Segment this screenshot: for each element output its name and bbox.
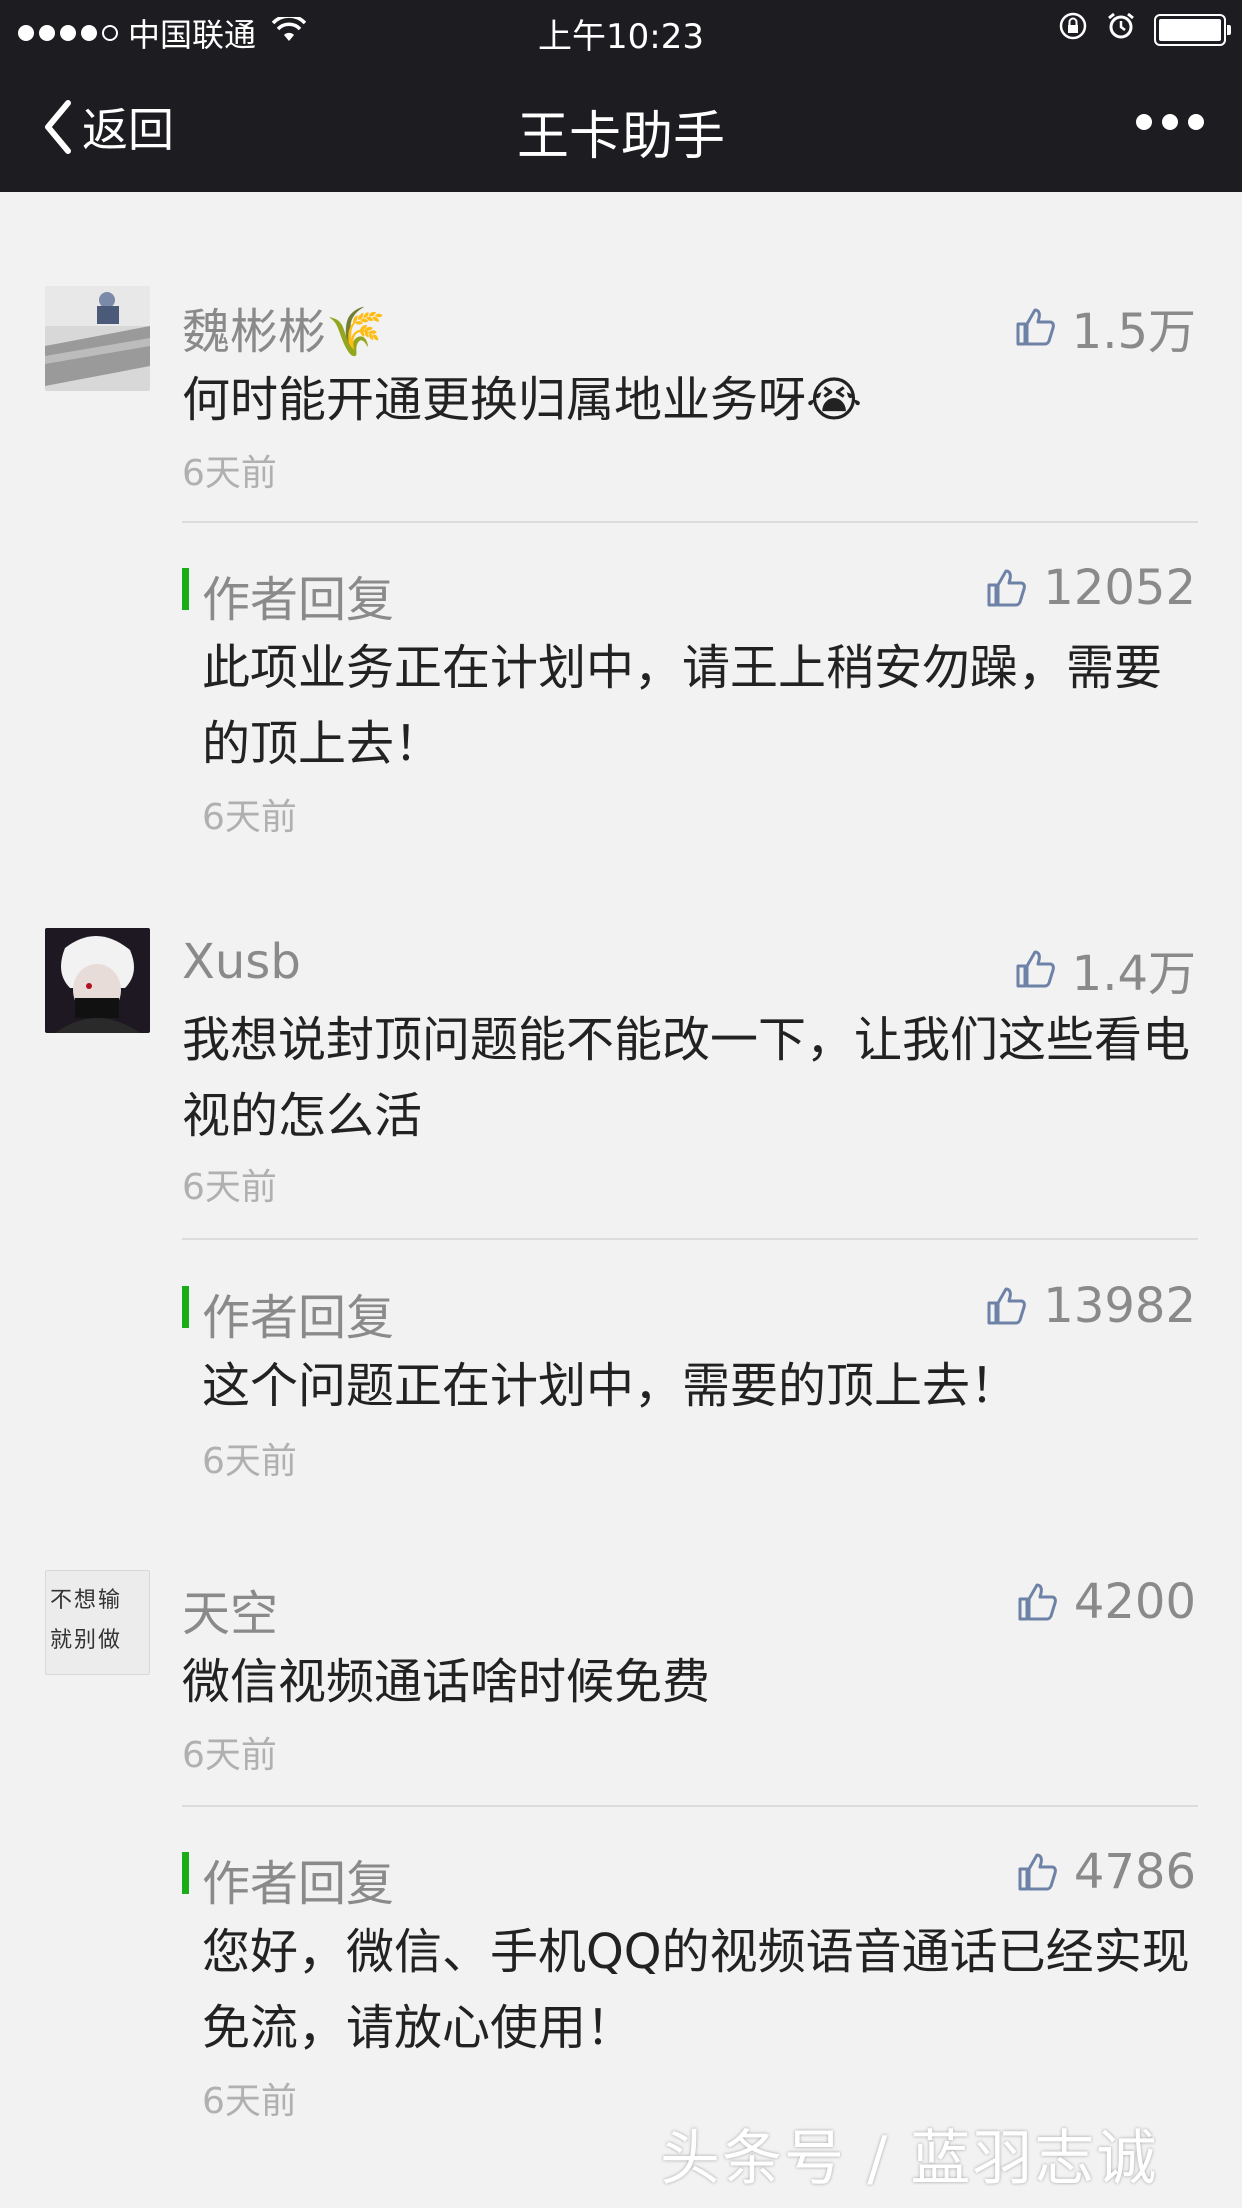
comment-text: 微信视频通话啥时候免费	[182, 1654, 711, 1710]
reply-text: 这个问题正在计划中，需要的顶上去！	[202, 1358, 1019, 1414]
like-button[interactable]: 1.5万	[1014, 292, 1196, 362]
status-right	[1058, 11, 1231, 49]
like-button[interactable]: 4200	[1016, 1574, 1196, 1630]
author-reply-label: 作者回复	[202, 1856, 395, 1912]
commenter-name: 魏彬彬🌾	[182, 304, 386, 360]
avatar[interactable]	[45, 928, 150, 1033]
comment-text: 何时能开通更换归属地业务呀😭	[182, 372, 863, 428]
like-count: 13982	[1043, 1278, 1196, 1334]
thumbs-up-icon	[1016, 950, 1055, 988]
avatar[interactable]: 不想输就别做	[45, 1570, 150, 1675]
commenter-name: 天空	[182, 1586, 279, 1642]
comment-time: 6天前	[182, 1167, 277, 1208]
thumbs-up-icon	[987, 1287, 1027, 1325]
thumbs-up-icon	[987, 569, 1027, 607]
reply-like-button[interactable]: 12052	[985, 560, 1196, 616]
author-reply-label: 作者回复	[202, 1290, 395, 1346]
page-title: 王卡助手	[516, 107, 725, 167]
reply-text: 您好，微信、手机QQ的视频语音通话已经实现免流，请放心使用！	[202, 1924, 1190, 2056]
like-button[interactable]: 1.4万	[1014, 934, 1196, 1004]
status-bar: 中国联通 上午10:23	[0, 0, 1242, 60]
comment-time: 6天前	[182, 453, 277, 494]
battery-icon	[1154, 14, 1231, 46]
thumbs-up-icon	[1018, 1583, 1057, 1621]
reply-like-button[interactable]: 13982	[985, 1278, 1196, 1334]
like-count: 12052	[1043, 560, 1196, 616]
reply-accent-bar	[182, 1852, 189, 1894]
reply-time: 6天前	[202, 797, 297, 838]
like-count: 4786	[1073, 1844, 1196, 1900]
like-count: 1.4万	[1071, 946, 1196, 1002]
comment-text: 我想说封顶问题能不能改一下，让我们这些看电视的怎么活	[182, 1012, 1191, 1144]
reply-accent-bar	[182, 568, 189, 610]
avatar-calligraphy: 不想输就别做	[50, 1588, 123, 1653]
divider	[182, 1238, 1198, 1240]
thumbs-up-icon	[1018, 1853, 1057, 1891]
more-options-icon[interactable]	[1136, 114, 1204, 130]
comment-time: 6天前	[182, 1735, 277, 1776]
reply-text: 此项业务正在计划中，请王上稍安勿躁，需要的顶上去！	[202, 640, 1163, 772]
commenter-name: Xusb	[182, 934, 301, 990]
navigation-bar: 返回 王卡助手	[0, 60, 1242, 192]
alarm-icon	[1106, 11, 1136, 49]
rotation-lock-icon	[1058, 11, 1088, 49]
avatar[interactable]	[45, 286, 150, 391]
thumbs-up-icon	[1016, 308, 1055, 346]
cut-off-content	[1020, 192, 1130, 202]
watermark: 头条号 / 蓝羽志诚	[660, 2124, 1159, 2194]
divider	[182, 1805, 1198, 1807]
author-reply-label: 作者回复	[202, 572, 395, 628]
like-count: 1.5万	[1071, 304, 1196, 360]
like-count: 4200	[1073, 1574, 1196, 1630]
reply-like-button[interactable]: 4786	[1016, 1844, 1196, 1900]
reply-time: 6天前	[202, 1441, 297, 1482]
divider	[182, 521, 1198, 523]
reply-time: 6天前	[202, 2081, 297, 2122]
status-time: 上午10:23	[538, 17, 704, 57]
reply-accent-bar	[182, 1286, 189, 1328]
